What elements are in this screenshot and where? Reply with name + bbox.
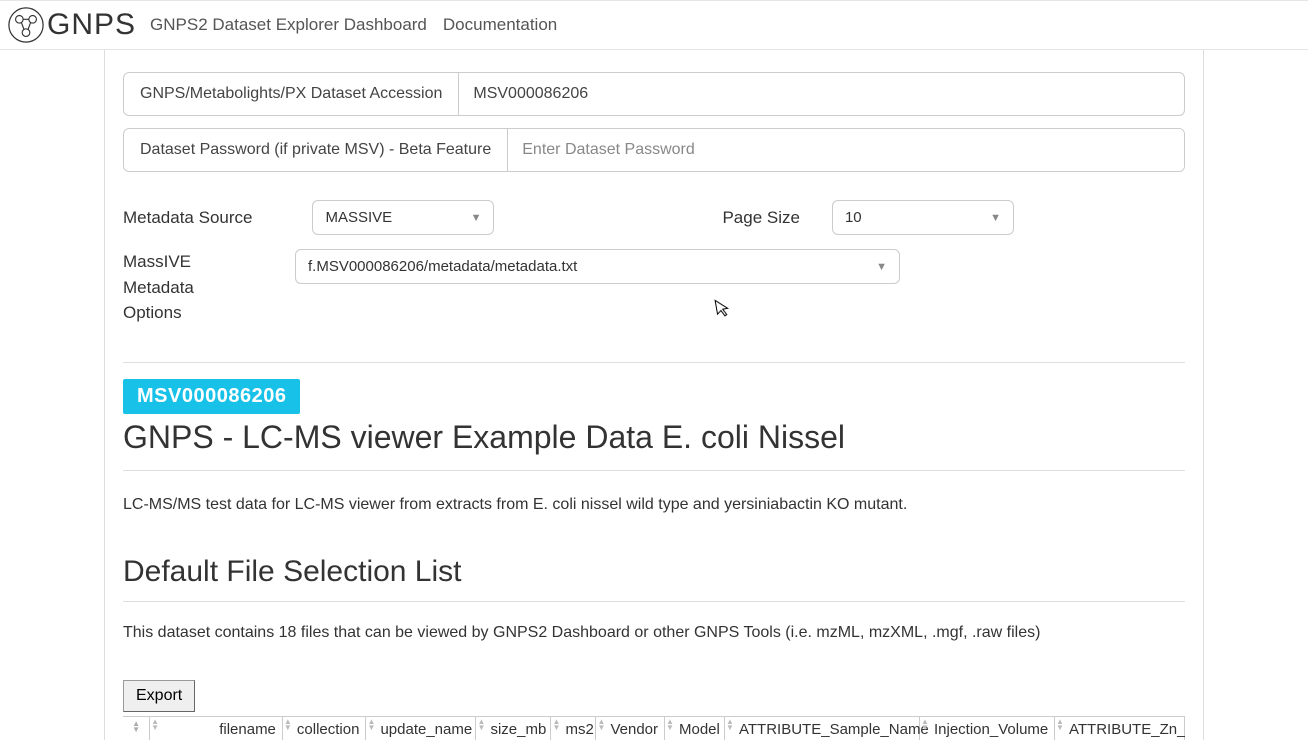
password-group: Dataset Password (if private MSV) - Beta… <box>123 128 1185 172</box>
table-row-toggle[interactable]: ▲▼ <box>123 717 150 740</box>
chevron-down-icon: ▼ <box>990 212 1001 224</box>
th-attr-zn[interactable]: ▲▼ATTRIBUTE_Zn_b <box>1055 717 1185 740</box>
row-metadata-pagesize: Metadata Source MASSIVE ▼ Page Size 10 ▼ <box>123 200 1185 235</box>
chevron-down-icon: ▼ <box>471 212 482 224</box>
dataset-description: LC-MS/MS test data for LC-MS viewer from… <box>123 493 1185 517</box>
file-selection-title: Default File Selection List <box>123 555 1185 602</box>
export-button[interactable]: Export <box>123 680 195 712</box>
th-model[interactable]: ▲▼Model <box>665 717 725 740</box>
th-update-name[interactable]: ▲▼update_name <box>366 717 476 740</box>
chevron-down-icon: ▼ <box>876 261 887 273</box>
metadata-source-select[interactable]: MASSIVE ▼ <box>312 200 494 235</box>
accession-group: GNPS/Metabolights/PX Dataset Accession M… <box>123 72 1185 116</box>
nav-link-docs[interactable]: Documentation <box>443 15 557 35</box>
nav-links: GNPS2 Dataset Explorer Dashboard Documen… <box>150 15 557 35</box>
dataset-title: GNPS - LC-MS viewer Example Data E. coli… <box>123 418 1185 471</box>
metadata-source-group: Metadata Source MASSIVE ▼ <box>123 200 494 235</box>
logo[interactable]: GNPS <box>6 5 136 45</box>
th-vendor[interactable]: ▲▼Vendor <box>596 717 665 740</box>
table-header: ▲▼ ▲▼filename ▲▼collection ▲▼update_name… <box>123 716 1185 740</box>
page-size-select[interactable]: 10 ▼ <box>832 200 1014 235</box>
metadata-source-label: Metadata Source <box>123 208 252 228</box>
dataset-badge: MSV000086206 <box>123 379 300 414</box>
th-injection-volume[interactable]: ▲▼Injection_Volume <box>920 717 1055 740</box>
massive-metadata-select[interactable]: f.MSV000086206/metadata/metadata.txt ▼ <box>295 249 900 284</box>
massive-metadata-label: MassIVE Metadata Options <box>123 249 253 326</box>
th-size-mb[interactable]: ▲▼size_mb <box>476 717 551 740</box>
metadata-source-value: MASSIVE <box>325 209 392 226</box>
separator <box>123 362 1185 363</box>
accession-input[interactable]: MSV000086206 <box>459 73 1184 115</box>
nav-link-dashboard[interactable]: GNPS2 Dataset Explorer Dashboard <box>150 15 427 35</box>
gnps-logo-icon <box>6 5 46 45</box>
password-input[interactable] <box>508 129 1184 171</box>
main-panel: GNPS/Metabolights/PX Dataset Accession M… <box>104 50 1204 740</box>
th-ms2[interactable]: ▲▼ms2 <box>551 717 596 740</box>
navbar: GNPS GNPS2 Dataset Explorer Dashboard Do… <box>0 0 1308 50</box>
th-collection[interactable]: ▲▼collection <box>283 717 367 740</box>
password-label: Dataset Password (if private MSV) - Beta… <box>124 129 508 171</box>
logo-text: GNPS <box>47 8 136 42</box>
massive-metadata-value: f.MSV000086206/metadata/metadata.txt <box>308 258 577 275</box>
dataset-note: This dataset contains 18 files that can … <box>123 624 1185 642</box>
massive-metadata-group: f.MSV000086206/metadata/metadata.txt ▼ <box>295 249 900 284</box>
page-size-value: 10 <box>845 209 862 226</box>
row-massive-metadata: MassIVE Metadata Options f.MSV000086206/… <box>123 249 1185 326</box>
th-filename[interactable]: ▲▼filename <box>150 717 283 740</box>
page-size-group: Page Size 10 ▼ <box>722 200 1014 235</box>
th-attr-sample-name[interactable]: ▲▼ATTRIBUTE_Sample_Name <box>725 717 920 740</box>
accession-label: GNPS/Metabolights/PX Dataset Accession <box>124 73 459 115</box>
page-size-label: Page Size <box>722 208 800 228</box>
